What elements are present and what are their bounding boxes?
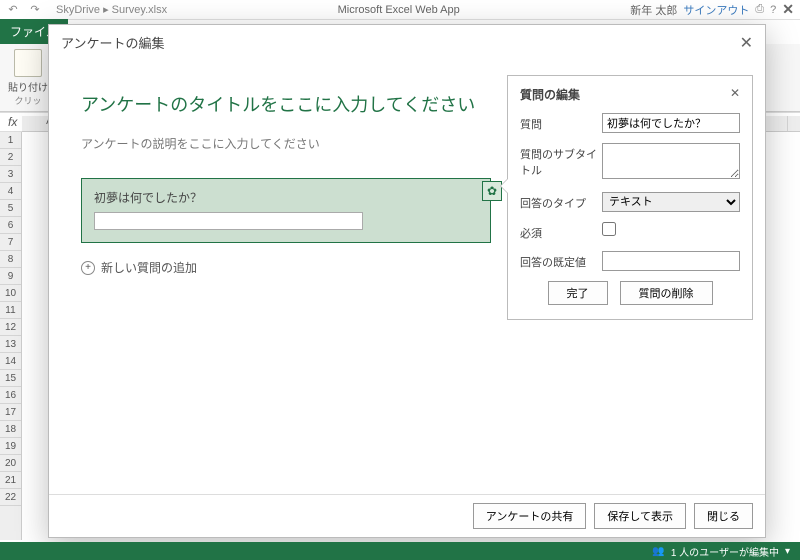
row-header[interactable]: 5 [0,200,21,217]
delete-question-button[interactable]: 質問の削除 [620,281,713,305]
close-button[interactable]: 閉じる [694,503,753,529]
plus-icon: + [81,261,95,275]
row-header[interactable]: 20 [0,455,21,472]
survey-edit-dialog: アンケートの編集 ✕ アンケートのタイトルをここに入力してください アンケートの… [48,24,766,538]
dialog-close-icon[interactable]: ✕ [740,33,753,53]
gear-icon[interactable]: ✿ [482,181,502,201]
redo-icon[interactable]: ↷ [26,2,44,18]
title-bar: ↶ ↷ SkyDrive ▸ Survey.xlsx Microsoft Exc… [0,0,800,20]
add-question-label: 新しい質問の追加 [101,259,197,276]
survey-title-input[interactable]: アンケートのタイトルをここに入力してください [81,91,491,117]
app-title: Microsoft Excel Web App [167,4,630,16]
share-survey-button[interactable]: アンケートの共有 [473,503,587,529]
dialog-title: アンケートの編集 [61,33,164,53]
row-header[interactable]: 16 [0,387,21,404]
survey-desc-input[interactable]: アンケートの説明をここに入力してください [81,135,491,152]
panel-arrow-icon [500,178,508,194]
answer-type-label: 回答のタイプ [520,192,602,211]
row-header[interactable]: 18 [0,421,21,438]
row-header[interactable]: 10 [0,285,21,302]
row-header[interactable]: 17 [0,404,21,421]
row-header[interactable]: 21 [0,472,21,489]
row-header[interactable]: 3 [0,166,21,183]
row-header[interactable]: 2 [0,149,21,166]
add-question-button[interactable]: + 新しい質問の追加 [81,259,491,276]
print-icon[interactable]: ⎙ [755,3,764,16]
question-text: 初夢は何でしたか？ [94,189,478,206]
row-header[interactable]: 6 [0,217,21,234]
row-header[interactable]: 11 [0,302,21,319]
row-header[interactable]: 4 [0,183,21,200]
row-header[interactable]: 8 [0,251,21,268]
paste-icon[interactable] [14,49,42,77]
question-label: 質問 [520,113,602,132]
status-text[interactable]: 1 人のユーザーが編集中 [671,544,779,559]
default-input[interactable] [602,251,740,271]
close-app-icon[interactable]: ✕ [782,1,794,18]
row-header[interactable]: 12 [0,319,21,336]
chevron-down-icon[interactable]: ▾ [785,546,790,557]
users-icon: 👥 [652,546,664,557]
question-edit-panel: 質問の編集 ✕ 質問 質問のサブタイトル 回答のタイプ テキスト 必須 回答の既… [507,75,753,320]
row-header[interactable]: 9 [0,268,21,285]
ribbon-group-label: クリッ [14,94,41,107]
row-header[interactable]: 22 [0,489,21,506]
row-header[interactable]: 15 [0,370,21,387]
default-label: 回答の既定値 [520,251,602,270]
breadcrumb-root[interactable]: SkyDrive [56,4,100,16]
row-header[interactable]: 19 [0,438,21,455]
required-label: 必須 [520,222,602,241]
row-header[interactable]: 14 [0,353,21,370]
status-bar: 👥 1 人のユーザーが編集中 ▾ [0,542,800,560]
row-header[interactable]: 13 [0,336,21,353]
subtitle-input[interactable] [602,143,740,179]
done-button[interactable]: 完了 [548,281,608,305]
breadcrumb-sep-icon: ▸ [103,4,109,16]
row-headers: 1 2 3 4 5 6 7 8 9 10 11 12 13 14 15 16 1… [0,132,22,540]
question-input[interactable] [602,113,740,133]
breadcrumb-file[interactable]: Survey.xlsx [112,4,167,16]
subtitle-label: 質問のサブタイトル [520,143,602,178]
save-view-button[interactable]: 保存して表示 [594,503,686,529]
signout-link[interactable]: サインアウト [683,2,749,18]
undo-icon[interactable]: ↶ [4,2,22,18]
user-name: 新年 太郎 [630,2,677,18]
panel-title: 質問の編集 [520,86,580,103]
question-card[interactable]: ✿ 初夢は何でしたか？ [81,178,491,243]
required-checkbox[interactable] [602,222,616,236]
paste-label: 貼り付け [8,79,48,94]
panel-close-icon[interactable]: ✕ [730,86,740,103]
answer-input-preview [94,212,363,230]
row-header[interactable]: 7 [0,234,21,251]
row-header[interactable]: 1 [0,132,21,149]
help-icon[interactable]: ? [770,4,776,16]
answer-type-select[interactable]: テキスト [602,192,740,212]
